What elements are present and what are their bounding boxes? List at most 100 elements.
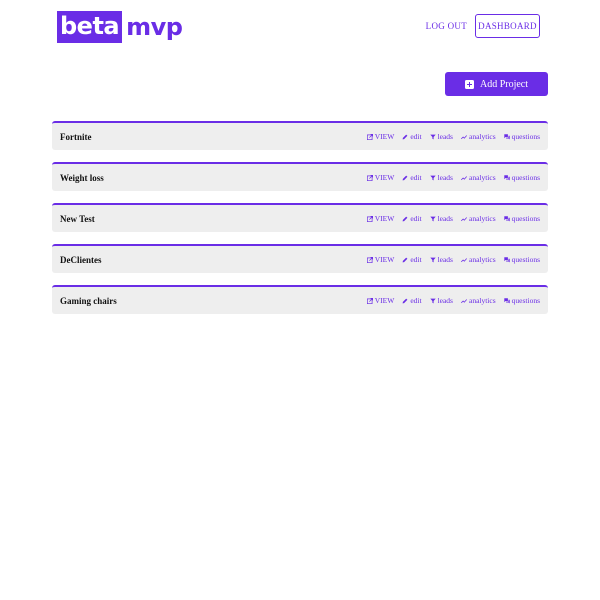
view-label: VIEW [374,296,395,305]
questions-link[interactable]: questions [503,296,540,305]
logout-link[interactable]: LOG OUT [426,21,467,31]
filter-icon [429,134,436,139]
pencil-icon [402,175,408,180]
view-link[interactable]: VIEW [366,214,395,223]
view-label: VIEW [374,173,395,182]
analytics-link[interactable]: analytics [461,214,496,223]
leads-label: leads [437,173,453,182]
external-link-icon [366,133,373,140]
view-link[interactable]: VIEW [366,255,395,264]
header: beta mvp LOG OUT DASHBOARD [0,0,600,56]
project-actions: VIEW edit leads analytics questions [366,296,540,305]
trending-icon [461,216,467,221]
leads-label: leads [437,132,453,141]
questions-label: questions [511,255,540,264]
view-label: VIEW [374,132,395,141]
edit-link[interactable]: edit [402,214,422,223]
analytics-link[interactable]: analytics [461,132,496,141]
edit-label: edit [410,132,422,141]
external-link-icon [366,256,373,263]
view-link[interactable]: VIEW [366,296,395,305]
external-link-icon [366,297,373,304]
analytics-link[interactable]: analytics [461,255,496,264]
chat-icon [503,256,510,262]
trending-icon [461,175,467,180]
filter-icon [429,298,436,303]
external-link-icon [366,215,373,222]
project-name: DeClientes [60,254,102,265]
logo-mvp: mvp [126,13,183,41]
leads-link[interactable]: leads [429,296,453,305]
chat-icon [503,174,510,180]
view-link[interactable]: VIEW [366,132,395,141]
leads-link[interactable]: leads [429,173,453,182]
analytics-label: analytics [468,173,496,182]
project-row: New Test VIEW edit leads analytics quest… [52,203,548,232]
project-name: New Test [60,213,95,224]
external-link-icon [366,174,373,181]
analytics-link[interactable]: analytics [461,173,496,182]
project-actions: VIEW edit leads analytics questions [366,255,540,264]
view-label: VIEW [374,255,395,264]
leads-link[interactable]: leads [429,214,453,223]
filter-icon [429,175,436,180]
view-label: VIEW [374,214,395,223]
leads-label: leads [437,214,453,223]
edit-label: edit [410,296,422,305]
questions-link[interactable]: questions [503,214,540,223]
pencil-icon [402,134,408,139]
analytics-label: analytics [468,255,496,264]
questions-label: questions [511,296,540,305]
trending-icon [461,298,467,303]
questions-link[interactable]: questions [503,132,540,141]
filter-icon [429,257,436,262]
edit-link[interactable]: edit [402,132,422,141]
leads-label: leads [437,255,453,264]
trending-icon [461,134,467,139]
dashboard-button[interactable]: DASHBOARD [475,14,540,38]
project-row: Weight loss VIEW edit leads analytics qu… [52,162,548,191]
add-project-button[interactable]: Add Project [445,72,548,96]
project-actions: VIEW edit leads analytics questions [366,173,540,182]
project-name: Fortnite [60,131,92,142]
project-row: Fortnite VIEW edit leads analytics quest… [52,121,548,150]
project-actions: VIEW edit leads analytics questions [366,132,540,141]
project-list: Fortnite VIEW edit leads analytics quest… [52,121,548,326]
edit-link[interactable]: edit [402,296,422,305]
edit-link[interactable]: edit [402,173,422,182]
logo[interactable]: beta mvp [57,11,183,43]
project-row: Gaming chairs VIEW edit leads analytics … [52,285,548,314]
pencil-icon [402,298,408,303]
analytics-label: analytics [468,214,496,223]
questions-label: questions [511,214,540,223]
project-name: Weight loss [60,172,104,183]
chat-icon [503,133,510,139]
pencil-icon [402,257,408,262]
logo-beta: beta [57,11,123,43]
trending-icon [461,257,467,262]
questions-label: questions [511,132,540,141]
questions-link[interactable]: questions [503,255,540,264]
questions-link[interactable]: questions [503,173,540,182]
plus-square-icon [464,79,474,89]
edit-label: edit [410,173,422,182]
analytics-label: analytics [468,296,496,305]
edit-label: edit [410,214,422,223]
analytics-label: analytics [468,132,496,141]
project-row: DeClientes VIEW edit leads analytics que… [52,244,548,273]
chat-icon [503,297,510,303]
questions-label: questions [511,173,540,182]
view-link[interactable]: VIEW [366,173,395,182]
edit-label: edit [410,255,422,264]
project-name: Gaming chairs [60,295,117,306]
filter-icon [429,216,436,221]
project-actions: VIEW edit leads analytics questions [366,214,540,223]
edit-link[interactable]: edit [402,255,422,264]
pencil-icon [402,216,408,221]
add-project-label: Add Project [479,78,529,90]
analytics-link[interactable]: analytics [461,296,496,305]
leads-link[interactable]: leads [429,132,453,141]
leads-link[interactable]: leads [429,255,453,264]
chat-icon [503,215,510,221]
leads-label: leads [437,296,453,305]
